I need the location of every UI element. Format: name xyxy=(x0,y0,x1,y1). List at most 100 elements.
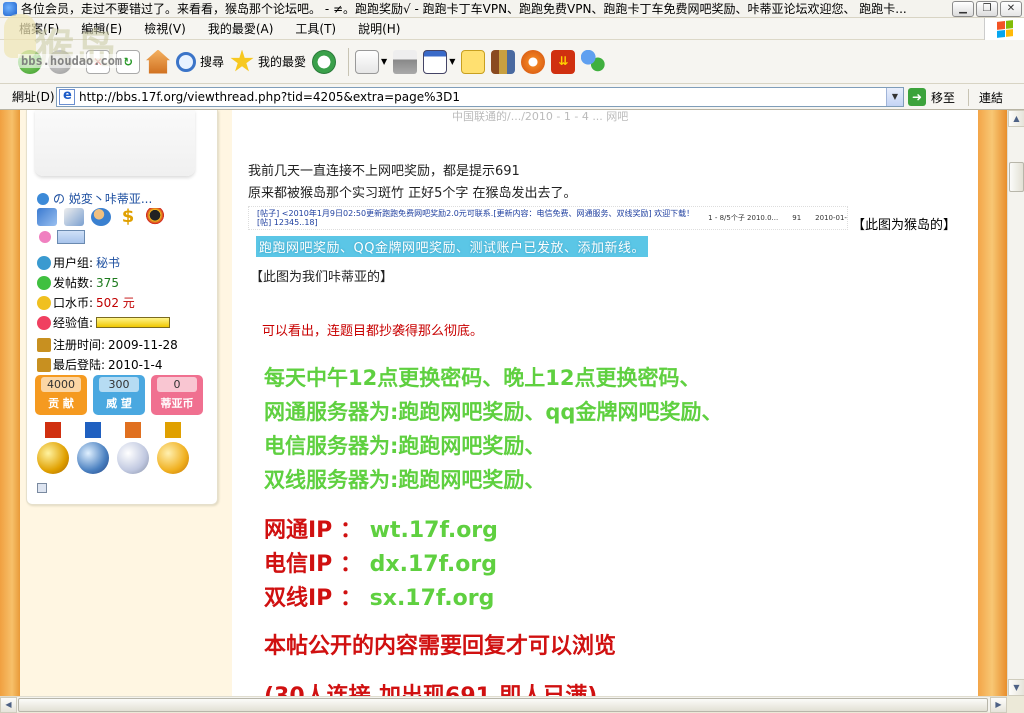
calendar-icon xyxy=(37,337,51,352)
links-button[interactable]: 連結 xyxy=(968,89,1003,106)
message-icon[interactable] xyxy=(64,208,84,226)
history-button[interactable] xyxy=(312,49,337,74)
horizontal-scroll-thumb[interactable] xyxy=(18,698,988,712)
search-icon xyxy=(176,51,196,72)
forward-button[interactable] xyxy=(48,49,72,74)
menu-favorites[interactable]: 我的最愛(A) xyxy=(197,20,285,37)
address-url[interactable]: http://bbs.17f.org/viewthread.php?tid=42… xyxy=(79,90,460,104)
address-dropdown-icon[interactable]: ▼ xyxy=(886,88,903,106)
edit-button[interactable]: ▼ xyxy=(423,49,455,74)
prestige-badge[interactable]: 300 威 望 xyxy=(93,375,145,415)
green-line-1: 每天中午12点更换密码、晚上12点更换密码、 xyxy=(264,366,701,390)
post-line-1: 我前几天一直连接不上网吧奖励，都是提示691 xyxy=(248,164,520,179)
favorites-button[interactable]: 我的最愛 xyxy=(230,49,306,74)
note-icon xyxy=(461,49,486,74)
home-icon xyxy=(146,49,170,74)
username-row: の 娧変丶咔蒂亚... xyxy=(37,190,152,207)
menu-edit[interactable]: 編輯(E) xyxy=(70,20,133,37)
stop-button[interactable]: ✕ xyxy=(86,49,110,74)
right-border-decoration xyxy=(968,110,1007,696)
status-row xyxy=(39,230,85,244)
go-arrow-icon: ➜ xyxy=(908,88,926,106)
title-bar: 各位会员，走过不要错过了。来看看，猴岛那个论坛吧。 - ≠。跑跑奖励√ - 跑跑… xyxy=(0,0,1024,18)
green-line-2: 网通服务器为:跑跑网吧奖励、qq金牌网吧奖励、 xyxy=(264,400,723,424)
page-viewport: の 娧変丶咔蒂亚... $ 用户组: 秘书 发帖数: 375 口水币: 502 … xyxy=(0,110,1007,696)
windows-logo-icon xyxy=(984,18,1024,40)
coin-icon xyxy=(37,295,51,310)
menu-tools[interactable]: 工具(T) xyxy=(284,20,347,37)
vertical-scroll-thumb[interactable] xyxy=(1009,162,1024,192)
blue-medal-icon[interactable] xyxy=(75,422,111,474)
heart-icon xyxy=(37,315,51,330)
cyan-banner-image[interactable]: 跑跑网吧奖励、QQ金牌网吧奖励、测试账户已发放、添加新线。 xyxy=(256,236,648,257)
menu-file[interactable]: 檔案(F) xyxy=(8,20,70,37)
toolbar: ✕ ↻ 搜尋 我的最愛 ▼ ▼ ⇊ xyxy=(0,40,1024,84)
printer-icon xyxy=(393,49,418,74)
browser-window: 各位会员，走过不要错过了。来看看，猴岛那个论坛吧。 - ≠。跑跑奖励√ - 跑跑… xyxy=(0,0,1024,713)
last-login: 最后登陆: 2010-1-4 xyxy=(37,356,163,373)
edit-page-icon xyxy=(423,49,448,74)
owl-medal-icon[interactable] xyxy=(115,422,151,474)
menu-view[interactable]: 檢視(V) xyxy=(133,20,197,37)
print-button[interactable] xyxy=(393,49,418,74)
tiya-coin-badge[interactable]: 0 蒂亚币 xyxy=(151,375,203,415)
address-input[interactable]: http://bbs.17f.org/viewthread.php?tid=42… xyxy=(56,87,904,107)
vertical-scrollbar[interactable]: ▲ ▼ xyxy=(1007,110,1024,696)
red-note: 可以看出，连题目都抄袭得那么彻底。 xyxy=(262,324,484,339)
post-header-faint: 中国联通的/.../2010 - 1 - 4 ... 网吧 xyxy=(452,110,629,123)
scroll-down-icon[interactable]: ▼ xyxy=(1008,679,1024,696)
maximize-button[interactable]: ❐ xyxy=(976,1,998,17)
profile-actions: $ xyxy=(37,208,165,226)
reply-required-note: 本帖公开的内容需要回复才可以浏览 xyxy=(264,634,617,659)
post-line-2: 原来都被猴岛那个实习斑竹 正好5个字 在猴岛发出去了。 xyxy=(248,186,577,201)
author-panel: の 娧変丶咔蒂亚... $ 用户组: 秘书 发帖数: 375 口水币: 502 … xyxy=(20,110,232,696)
gold-medal-icon[interactable] xyxy=(35,422,71,474)
mail-icon xyxy=(355,49,380,74)
capacity-note: (30人连接,加出现691,即人已满) xyxy=(264,678,597,696)
messenger-icon xyxy=(581,49,606,74)
download-button[interactable]: ⇊ xyxy=(551,49,576,74)
toolbar-separator xyxy=(348,47,350,76)
minimize-button[interactable]: ▁ xyxy=(952,1,974,17)
screenshot-image[interactable]: [帖子] <2010年1月9日02:50更新跑跑免费网吧奖励2.0元可联系.[更… xyxy=(248,206,848,230)
menu-help[interactable]: 說明(H) xyxy=(347,20,411,37)
profile-card: の 娧変丶咔蒂亚... $ 用户组: 秘书 发帖数: 375 口水币: 502 … xyxy=(26,110,218,505)
scroll-left-icon[interactable]: ◀ xyxy=(0,697,17,713)
back-button[interactable] xyxy=(18,49,42,74)
avatar[interactable] xyxy=(35,110,195,176)
money-icon[interactable]: $ xyxy=(118,208,138,226)
refresh-icon: ↻ xyxy=(116,49,140,74)
search-button[interactable]: 搜尋 xyxy=(176,51,224,72)
clock-icon xyxy=(37,357,51,372)
qq-icon[interactable] xyxy=(145,208,165,226)
contribution-badge[interactable]: 4000 贡 献 xyxy=(35,375,87,415)
our-image-note: 【此图为我们咔蒂亚的】 xyxy=(250,270,394,285)
refresh-button[interactable]: ↻ xyxy=(116,49,140,74)
profile-icon[interactable] xyxy=(37,208,57,226)
close-button[interactable]: ✕ xyxy=(1000,1,1022,17)
group-icon xyxy=(37,255,51,270)
report-icon[interactable] xyxy=(37,483,47,493)
mail-button[interactable]: ▼ xyxy=(355,49,387,74)
page-icon xyxy=(59,88,75,105)
orange-medal-icon[interactable] xyxy=(155,422,191,474)
home-button[interactable] xyxy=(146,49,170,74)
edit-dropdown-icon[interactable]: ▼ xyxy=(449,57,455,66)
address-label: 網址(D) xyxy=(12,90,55,104)
scroll-up-icon[interactable]: ▲ xyxy=(1008,110,1024,127)
username[interactable]: の 娧変丶咔蒂亚... xyxy=(53,190,152,207)
green-line-4: 双线服务器为:跑跑网吧奖励、 xyxy=(264,468,546,492)
left-border-decoration xyxy=(0,110,20,696)
posts-icon xyxy=(37,275,51,290)
user-group: 用户组: 秘书 xyxy=(37,254,120,271)
horizontal-scrollbar[interactable]: ◀ ▶ xyxy=(0,696,1007,713)
discuss-button[interactable] xyxy=(461,49,486,74)
go-button[interactable]: ➜ 移至 xyxy=(908,88,955,106)
window-title: 各位会员，走过不要错过了。来看看，猴岛那个论坛吧。 - ≠。跑跑奖励√ - 跑跑… xyxy=(21,2,907,16)
messenger-button[interactable] xyxy=(581,49,606,74)
add-friend-icon[interactable] xyxy=(91,208,111,226)
media-button[interactable] xyxy=(521,49,546,74)
mail-dropdown-icon[interactable]: ▼ xyxy=(381,57,387,66)
research-button[interactable] xyxy=(491,49,516,74)
scroll-right-icon[interactable]: ▶ xyxy=(990,697,1007,713)
